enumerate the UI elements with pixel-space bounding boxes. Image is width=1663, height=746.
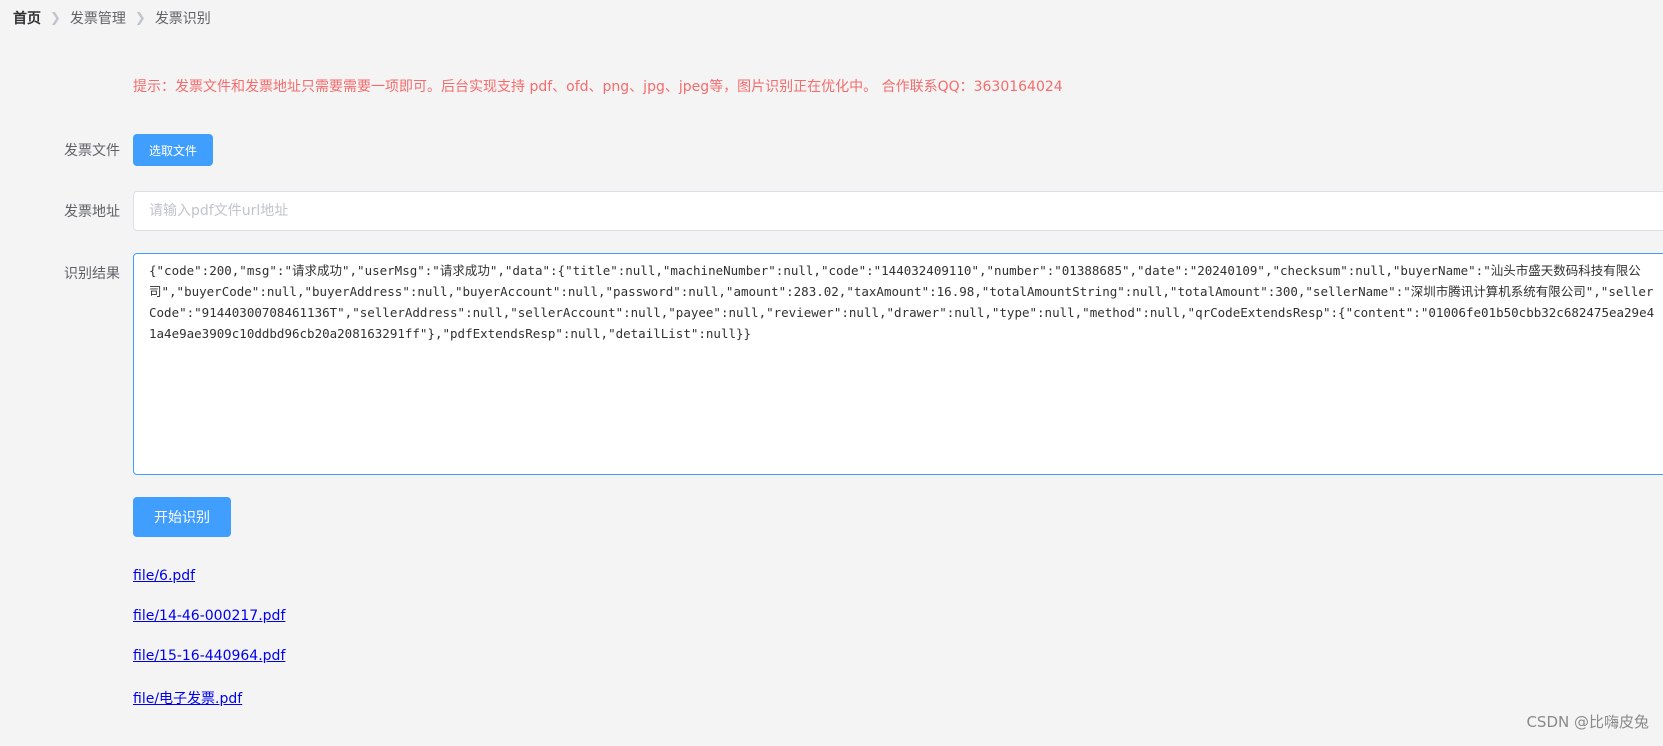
breadcrumb-home[interactable]: 首页 — [13, 8, 41, 28]
watermark: CSDN @比嗨皮兔 — [1526, 713, 1649, 731]
file-link[interactable]: file/15-16-440964.pdf — [133, 648, 285, 664]
result-label: 识别结果 — [64, 266, 120, 282]
file-link[interactable]: file/14-46-000217.pdf — [133, 608, 285, 624]
invoice-file-label: 发票文件 — [64, 143, 120, 159]
result-textarea[interactable]: {"code":200,"msg":"请求成功","userMsg":"请求成功… — [133, 253, 1663, 475]
breadcrumb-invoice-recognition: 发票识别 — [154, 11, 211, 27]
invoice-url-input[interactable] — [133, 191, 1663, 231]
tip-text: 提示：发票文件和发票地址只需要需要一项即可。后台实现支持 pdf、ofd、png… — [133, 79, 1063, 95]
chevron-right-icon: ❯ — [50, 10, 61, 26]
start-recognition-button[interactable]: 开始识别 — [133, 497, 231, 537]
breadcrumb-invoice-management[interactable]: 发票管理 — [70, 8, 126, 28]
breadcrumb: 首页 ❯ 发票管理 ❯ 发票识别 — [13, 8, 211, 28]
invoice-url-label: 发票地址 — [64, 204, 120, 220]
file-link[interactable]: file/电子发票.pdf — [133, 688, 242, 708]
file-link[interactable]: file/6.pdf — [133, 568, 195, 584]
choose-file-button[interactable]: 选取文件 — [133, 134, 213, 166]
chevron-right-icon: ❯ — [134, 10, 146, 26]
